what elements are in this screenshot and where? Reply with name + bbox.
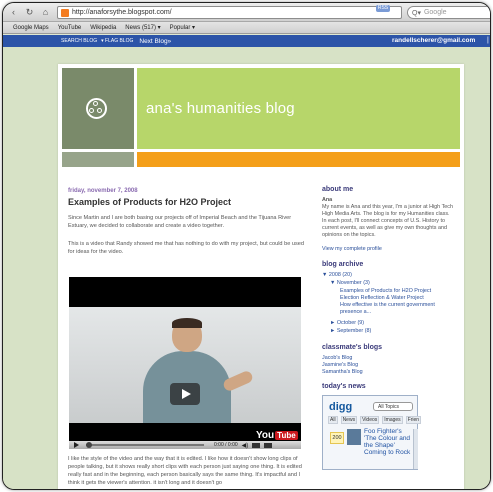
post-paragraph: Since Martin and I are both basing our p… — [68, 215, 292, 229]
seek-handle[interactable] — [86, 442, 92, 448]
post-title[interactable]: Examples of Products for H2O Project — [68, 197, 231, 207]
archive-month-september[interactable]: ► September (8) — [330, 328, 371, 335]
refresh-icon[interactable]: ↻ — [24, 7, 35, 18]
archive-heading: blog archive — [322, 261, 364, 268]
blog-container: ana's humanities blog friday, november 7… — [58, 64, 464, 489]
bookmark-google-maps[interactable]: Google Maps — [13, 25, 49, 31]
bookmarks-bar: Google Maps YouTube Wikipedia News (517)… — [3, 22, 490, 34]
user-email: randellscherer@gmail.com — [392, 37, 476, 44]
digg-logo[interactable]: digg — [329, 401, 352, 413]
video-person-hair — [172, 318, 202, 328]
blog-header: ana's humanities blog — [137, 68, 460, 149]
flag-blog-button[interactable]: ▾ FLAG BLOG — [101, 38, 133, 44]
archive-month-october[interactable]: ► October (9) — [330, 320, 364, 327]
archive-post-link[interactable]: Examples of Products for H2O Project — [340, 288, 431, 295]
digg-scrollbar[interactable] — [413, 429, 418, 469]
reel-icon — [86, 98, 107, 119]
digg-tabs: All News Videos Images Frien — [328, 416, 424, 424]
bookmark-youtube[interactable]: YouTube — [58, 25, 82, 31]
youtube-video[interactable]: You Tube 0:00 / 0:00 ◀) — [69, 277, 301, 449]
header-divider-right — [137, 152, 460, 167]
seek-bar[interactable] — [86, 442, 204, 448]
news-heading: today's news — [322, 383, 366, 390]
browser-window: ‹ ↻ ⌂ http://anaforsythe.blogspot.com/ R… — [2, 2, 491, 490]
next-blog-link[interactable]: Next Blog» — [139, 38, 171, 45]
author-name: Ana — [322, 197, 333, 203]
youtube-logo[interactable]: You Tube — [256, 430, 298, 441]
play-icon[interactable] — [170, 383, 200, 405]
archive-year-2008[interactable]: ▼ 2008 (20) — [322, 272, 352, 279]
fullscreen-icon[interactable] — [264, 442, 273, 448]
bookmark-popular[interactable]: Popular ▾ — [170, 24, 195, 31]
post-paragraph: I like the style of the video and the wa… — [68, 456, 302, 486]
classmate-blog-link[interactable]: Jasmine's Blog — [322, 362, 358, 369]
topic-select[interactable]: All Topics — [373, 402, 413, 411]
blogger-favicon-icon — [61, 8, 69, 17]
profile-link[interactable]: View my complete profile — [322, 246, 382, 253]
archive-post-link[interactable]: How effective is the current government … — [340, 302, 456, 316]
blog-logo — [62, 68, 134, 149]
search-icon[interactable]: Q▾ — [412, 9, 421, 17]
tab-all[interactable]: All — [328, 416, 338, 424]
bookmark-news[interactable]: News (517) ▾ — [125, 24, 160, 31]
video-frame — [69, 307, 301, 423]
blog-title[interactable]: ana's humanities blog — [146, 100, 295, 117]
about-heading: about me — [322, 186, 354, 193]
address-bar[interactable]: http://anaforsythe.blogspot.com/ — [57, 6, 402, 19]
bookmark-wikipedia[interactable]: Wikipedia — [90, 25, 116, 31]
story-thumbnail[interactable] — [347, 429, 361, 445]
blogger-navbar: SEARCH BLOG ▾ FLAG BLOG Next Blog» rande… — [3, 35, 490, 47]
back-icon[interactable]: ‹ — [8, 7, 19, 18]
page-background: ana's humanities blog friday, november 7… — [3, 47, 490, 489]
digg-widget: digg All Topics All News Videos Images F… — [322, 395, 422, 470]
video-time: 0:00 / 0:00 — [214, 442, 238, 448]
archive-month-november[interactable]: ▼ November (3) — [330, 280, 370, 287]
tab-news[interactable]: News — [340, 416, 358, 424]
resize-icon[interactable] — [252, 442, 261, 448]
search-blog-button[interactable]: SEARCH BLOG — [61, 38, 97, 44]
browser-toolbar: ‹ ↻ ⌂ http://anaforsythe.blogspot.com/ R… — [3, 3, 490, 22]
navbar-separator: | — [487, 37, 489, 44]
volume-icon[interactable]: ◀) — [242, 442, 249, 449]
play-control-icon[interactable] — [74, 442, 79, 448]
classmate-blog-link[interactable]: Jacob's Blog — [322, 355, 352, 362]
post-paragraph: This is a video that Randy showed me tha… — [68, 241, 305, 255]
tab-friends[interactable]: Frien — [405, 416, 422, 424]
tab-images[interactable]: Images — [382, 416, 403, 424]
search-placeholder: Google — [423, 9, 447, 16]
classmates-heading: classmate's blogs — [322, 344, 383, 351]
classmate-blog-link[interactable]: Samantha's Blog — [322, 369, 363, 376]
url-text[interactable]: http://anaforsythe.blogspot.com/ — [72, 9, 172, 16]
home-icon[interactable]: ⌂ — [40, 7, 51, 18]
tab-videos[interactable]: Videos — [360, 416, 380, 424]
rss-icon[interactable]: RSS — [376, 5, 390, 12]
post-date: friday, november 7, 2008 — [68, 188, 138, 194]
about-text: My name is Ana and this year, I'm a juni… — [322, 204, 453, 238]
archive-post-link[interactable]: Election Reflection & Water Project — [340, 295, 424, 302]
digg-story-link[interactable]: Foo Fighter's 'The Colour and the Shape'… — [364, 428, 414, 456]
video-controls: 0:00 / 0:00 ◀) — [69, 441, 301, 449]
search-input[interactable]: Q▾ Google — [407, 6, 490, 19]
header-divider-left — [62, 152, 134, 167]
digg-count-badge[interactable]: 200 — [330, 432, 344, 444]
